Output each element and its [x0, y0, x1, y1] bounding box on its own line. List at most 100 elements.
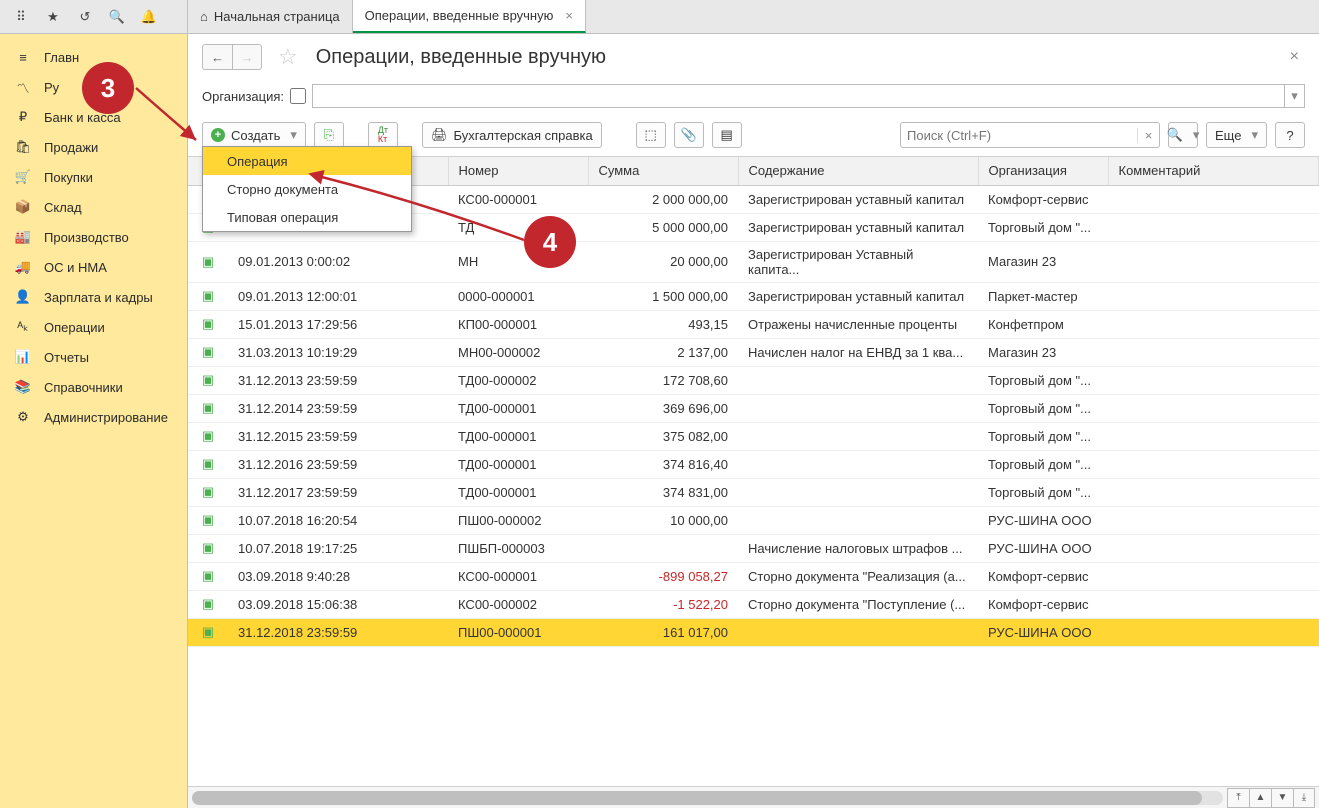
create-button[interactable]: + Создать ▾ [202, 122, 306, 148]
table-row[interactable]: ▣31.12.2013 23:59:59ТД00-000002172 708,6… [188, 366, 1319, 394]
copy-icon: ⎘ [324, 127, 334, 143]
col-number[interactable]: Номер [448, 157, 588, 185]
find-button[interactable]: 🔍▾ [1168, 122, 1198, 148]
table-row[interactable]: ▣15.01.2013 17:29:56КП00-000001493,15Отр… [188, 310, 1319, 338]
page-close-icon[interactable]: × [1290, 48, 1305, 66]
cell-sum: 375 082,00 [588, 422, 738, 450]
cell-comment [1108, 310, 1319, 338]
cell-date: 31.12.2016 23:59:59 [228, 450, 448, 478]
favorite-icon[interactable]: ★ [44, 9, 62, 25]
table-row[interactable]: ▣31.12.2018 23:59:59ПШ00-000001161 017,0… [188, 618, 1319, 646]
sidebar-item-4[interactable]: 🛒Покупки [0, 162, 187, 192]
horizontal-scrollbar[interactable] [192, 791, 1223, 805]
cell-content: Начисление налоговых штрафов ... [738, 534, 978, 562]
sidebar-item-8[interactable]: 👤Зарплата и кадры [0, 282, 187, 312]
back-button[interactable]: ← [202, 44, 232, 70]
apps-icon[interactable]: ⠿ [12, 9, 30, 25]
create-label: Создать [231, 128, 280, 143]
more-button[interactable]: Еще ▾ [1206, 122, 1267, 148]
dtct-button[interactable]: ДтКт [368, 122, 398, 148]
sidebar-item-6[interactable]: 🏭Производство [0, 222, 187, 252]
document-icon: ▣ [202, 344, 214, 359]
sidebar-item-12[interactable]: ⚙Администрирование [0, 402, 187, 432]
cell-sum: 2 000 000,00 [588, 185, 738, 213]
col-sum[interactable]: Сумма [588, 157, 738, 185]
cell-date: 03.09.2018 15:06:38 [228, 590, 448, 618]
list-button[interactable]: ▤ [712, 122, 742, 148]
copy-button[interactable]: ⎘ [314, 122, 344, 148]
nav-down-icon[interactable]: ▼ [1271, 788, 1293, 808]
forward-button[interactable]: → [232, 44, 262, 70]
cell-content [738, 506, 978, 534]
page-header: ← → ☆ Операции, введенные вручную × [188, 34, 1319, 70]
col-org[interactable]: Организация [978, 157, 1108, 185]
table-row[interactable]: ▣03.09.2018 9:40:28КС00-000001-899 058,2… [188, 562, 1319, 590]
cell-number: ПШ00-000002 [448, 506, 588, 534]
search-box[interactable]: × [900, 122, 1160, 148]
find-icon[interactable]: 🔍 [108, 9, 126, 25]
sidebar-item-7[interactable]: 🚚ОС и НМА [0, 252, 187, 282]
history-icon[interactable]: ↺ [76, 9, 94, 25]
table-row[interactable]: ▣10.07.2018 16:20:54ПШ00-00000210 000,00… [188, 506, 1319, 534]
cell-comment [1108, 506, 1319, 534]
document-icon: ▣ [202, 568, 214, 583]
search-input[interactable] [901, 128, 1137, 143]
link-button[interactable]: ⬚ [636, 122, 666, 148]
help-button[interactable]: ? [1275, 122, 1305, 148]
cell-date: 10.07.2018 19:17:25 [228, 534, 448, 562]
cell-org: Конфетпром [978, 310, 1108, 338]
page-title: Операции, введенные вручную [316, 46, 606, 69]
sidebar-item-11[interactable]: 📚Справочники [0, 372, 187, 402]
document-icon: ▣ [202, 596, 214, 611]
table-row[interactable]: ▣09.01.2013 0:00:02МН20 000,00Зарегистри… [188, 241, 1319, 282]
org-checkbox[interactable] [290, 88, 306, 104]
cell-content: Зарегистрирован уставный капитал [738, 213, 978, 241]
nav-up-icon[interactable]: ▲ [1249, 788, 1271, 808]
cell-comment [1108, 590, 1319, 618]
table[interactable]: Дата ↓ Номер Сумма Содержание Организаци… [188, 156, 1319, 786]
table-row[interactable]: ▣09.01.2013 12:00:010000-0000011 500 000… [188, 282, 1319, 310]
cell-comment [1108, 394, 1319, 422]
cell-number: КС00-000001 [448, 185, 588, 213]
table-row[interactable]: ▣31.12.2014 23:59:59ТД00-000001369 696,0… [188, 394, 1319, 422]
table-row[interactable]: ▣10.07.2018 19:17:25ПШБП-000003Начислени… [188, 534, 1319, 562]
nav-last-icon[interactable]: ⤓ [1293, 788, 1315, 808]
table-row[interactable]: ▣31.03.2013 10:19:29МН00-0000022 137,00Н… [188, 338, 1319, 366]
col-comment[interactable]: Комментарий [1108, 157, 1319, 185]
tab-close-icon[interactable]: × [565, 8, 573, 23]
tab-operations-label: Операции, введенные вручную [365, 8, 554, 23]
sidebar-item-10[interactable]: 📊Отчеты [0, 342, 187, 372]
dropdown-item-0[interactable]: Операция [203, 147, 411, 175]
favorite-page-icon[interactable]: ☆ [278, 44, 298, 70]
sidebar-item-label: Зарплата и кадры [44, 290, 153, 305]
tab-operations[interactable]: Операции, введенные вручную × [353, 0, 586, 33]
cell-number: МН00-000002 [448, 338, 588, 366]
callout-3: 3 [82, 62, 134, 114]
sidebar-item-3[interactable]: 🛍Продажи [0, 132, 187, 162]
cell-content: Начислен налог на ЕНВД за 1 ква... [738, 338, 978, 366]
cell-date: 09.01.2013 12:00:01 [228, 282, 448, 310]
org-text-field[interactable] [313, 85, 1284, 107]
magnifier-icon: 🔍 [1167, 127, 1183, 143]
notifications-icon[interactable]: 🔔 [140, 9, 158, 25]
dropdown-item-2[interactable]: Типовая операция [203, 203, 411, 231]
sidebar-item-9[interactable]: ᴬₖОперации [0, 312, 187, 342]
col-content[interactable]: Содержание [738, 157, 978, 185]
dropdown-item-1[interactable]: Сторно документа [203, 175, 411, 203]
table-row[interactable]: ▣31.12.2017 23:59:59ТД00-000001374 831,0… [188, 478, 1319, 506]
sidebar-item-5[interactable]: 📦Склад [0, 192, 187, 222]
nav-first-icon[interactable]: ⤒ [1227, 788, 1249, 808]
table-row[interactable]: ▣31.12.2016 23:59:59ТД00-000001374 816,4… [188, 450, 1319, 478]
list-icon: ▤ [721, 127, 733, 143]
table-row[interactable]: ▣03.09.2018 15:06:38КС00-000002-1 522,20… [188, 590, 1319, 618]
attach-button[interactable]: 📎 [674, 122, 704, 148]
accounting-help-button[interactable]: 🖨 Бухгалтерская справка [422, 122, 602, 148]
tab-home[interactable]: ⌂ Начальная страница [188, 0, 353, 33]
table-row[interactable]: ▣31.12.2015 23:59:59ТД00-000001375 082,0… [188, 422, 1319, 450]
org-input[interactable]: ▾ [312, 84, 1305, 108]
document-icon: ▣ [202, 254, 214, 269]
cell-org: Комфорт-сервис [978, 185, 1108, 213]
cell-org: Магазин 23 [978, 241, 1108, 282]
org-dropdown-icon[interactable]: ▾ [1284, 85, 1304, 107]
search-clear-icon[interactable]: × [1137, 128, 1159, 143]
